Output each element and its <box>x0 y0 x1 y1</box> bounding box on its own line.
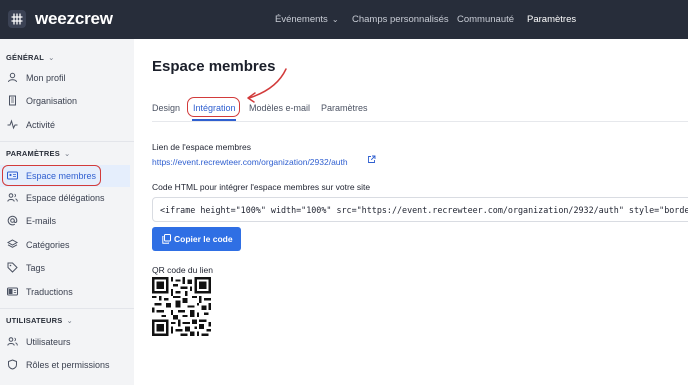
shield-icon <box>8 359 17 370</box>
tab-design[interactable]: Design <box>152 103 180 113</box>
copy-code-button[interactable]: Copier le code <box>152 227 241 251</box>
sidebar-item-label: Utilisateurs <box>26 337 71 347</box>
embed-code-value: <iframe height="100%" width="100%" src="… <box>160 205 688 215</box>
tab-parametres[interactable]: Paramètres <box>321 103 368 113</box>
member-space-link[interactable]: https://event.recrewteer.com/organizatio… <box>152 157 348 167</box>
sidebar-item-label: Organisation <box>26 96 78 106</box>
copy-icon <box>162 234 171 244</box>
users-icon <box>7 337 18 346</box>
sidebar-item-activite[interactable]: Activité <box>0 114 130 136</box>
translate-icon <box>7 287 18 296</box>
chevron-down-icon: ⌄ <box>66 316 73 325</box>
sidebar-item-traductions[interactable]: Traductions <box>0 281 130 303</box>
user-icon <box>8 72 17 83</box>
sidebar-item-tags[interactable]: Tags <box>0 257 130 279</box>
annotation-highlight-box <box>187 97 240 117</box>
sidebar-item-espace-delegations[interactable]: Espace délégations <box>0 187 130 209</box>
layers-icon <box>7 239 18 248</box>
embed-code-field[interactable]: <iframe height="100%" width="100%" src="… <box>152 197 688 222</box>
sidebar-item-label: E-mails <box>26 216 57 226</box>
annotation-arrow-icon <box>247 68 287 103</box>
tag-icon <box>7 262 18 273</box>
sidebar-item-label: Rôles et permissions <box>26 360 110 370</box>
sidebar-item-label: Traductions <box>26 287 73 297</box>
qr-code-image <box>152 277 211 336</box>
sidebar-item-categories[interactable]: Catégories <box>0 234 130 256</box>
sidebar-item-label: Espace délégations <box>26 193 105 203</box>
nav-evenements-label: Événements <box>275 14 328 25</box>
section-general-title: GÉNÉRAL <box>6 53 45 62</box>
chevron-down-icon: ⌄ <box>331 15 339 24</box>
top-bar: weezcrew Événements ⌄ Champs personnalisé… <box>0 0 688 39</box>
sidebar-item-e-mails[interactable]: E-mails <box>0 210 130 232</box>
link-label: Lien de l'espace membres <box>152 142 251 152</box>
section-utilisateurs-title: UTILISATEURS <box>6 316 63 325</box>
qr-label: QR code du lien <box>152 265 213 275</box>
section-utilisateurs[interactable]: UTILISATEURS ⌄ <box>6 316 73 325</box>
activity-icon <box>7 119 18 130</box>
sidebar-item-roles-permissions[interactable]: Rôles et permissions <box>0 354 130 376</box>
chevron-down-icon: ⌄ <box>63 149 71 158</box>
chevron-down-icon: ⌄ <box>48 53 55 62</box>
sidebar-divider <box>0 308 134 309</box>
sidebar-item-label: Activité <box>26 120 56 130</box>
sidebar-item-mon-profil[interactable]: Mon profil <box>0 67 130 89</box>
nav-communaute[interactable]: Communauté <box>457 14 514 25</box>
section-parametres-title: PARAMÈTRES <box>6 149 60 158</box>
copy-code-label: Copier le code <box>174 234 233 244</box>
sidebar-item-label: Tags <box>26 263 46 273</box>
annotation-highlight-box <box>2 165 101 186</box>
tabs-divider <box>152 121 688 122</box>
at-icon <box>7 215 18 226</box>
sidebar-item-label: Catégories <box>26 240 70 250</box>
nav-evenements[interactable]: Événements ⌄ <box>275 14 339 25</box>
sidebar-item-utilisateurs[interactable]: Utilisateurs <box>0 331 130 353</box>
building-icon <box>9 95 16 106</box>
brand-name[interactable]: weezcrew <box>35 9 113 29</box>
nav-champs-personnalises[interactable]: Champs personnalisés <box>352 14 449 25</box>
weezcrew-logo-icon[interactable] <box>8 10 26 28</box>
code-label: Code HTML pour intégrer l'espace membres… <box>152 182 371 192</box>
section-parametres[interactable]: PARAMÈTRES ⌄ <box>6 149 70 158</box>
sidebar-item-label: Mon profil <box>26 73 66 83</box>
users-icon <box>7 193 18 202</box>
section-general[interactable]: GÉNÉRAL ⌄ <box>6 53 55 62</box>
nav-parametres[interactable]: Paramètres <box>527 14 576 25</box>
sidebar-divider <box>0 141 134 142</box>
external-link-icon[interactable] <box>367 155 376 164</box>
sidebar-item-organisation[interactable]: Organisation <box>0 90 130 112</box>
